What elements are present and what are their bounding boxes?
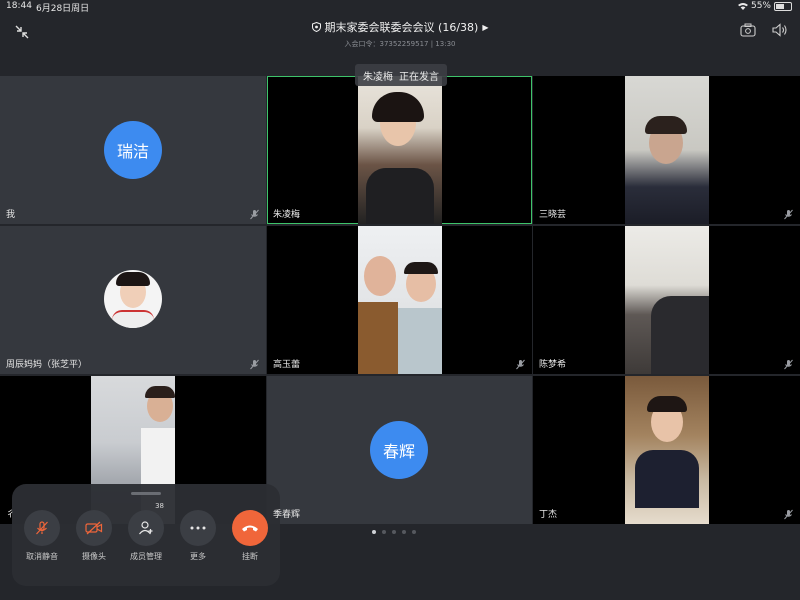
unmute-label: 取消静音 (26, 552, 58, 561)
avatar (104, 270, 162, 328)
mic-muted-icon (784, 359, 793, 370)
avatar: 春辉 (370, 421, 428, 479)
clothing-shape (651, 296, 709, 374)
battery-icon (774, 1, 792, 11)
video-tile-participant[interactable]: 陈梦希 (533, 226, 800, 374)
members-circle[interactable]: 38 (128, 502, 164, 546)
participant-name: 我 (6, 210, 16, 220)
mic-muted-icon (784, 509, 793, 520)
play-triangle-icon: ▶ (482, 22, 489, 32)
hair-shape (647, 396, 687, 412)
control-panel: 取消静音 摄像头 38 成员管理 更多 挂断 (12, 484, 280, 586)
video-tile-participant[interactable]: 三晓芸 (533, 76, 800, 224)
camera-button[interactable]: 摄像头 (70, 510, 118, 562)
phone-hangup-icon (242, 525, 258, 532)
battery-percent: 55% (750, 1, 771, 11)
unmute-circle[interactable] (24, 510, 60, 546)
camera-switch-icon (740, 23, 756, 37)
clothing-shape (635, 450, 699, 508)
status-bar: 18:44 6月28日周日 55% (0, 0, 800, 14)
video-feed (358, 76, 442, 224)
hair-shape (116, 272, 150, 286)
unmute-button[interactable]: 取消静音 (18, 510, 66, 562)
video-feed (625, 226, 709, 374)
mic-muted-icon (250, 359, 259, 370)
video-tile-participant[interactable]: 周辰妈妈（张芝平） (0, 226, 266, 374)
video-tile-participant[interactable]: 丁杰 (533, 376, 800, 524)
wifi-icon (737, 3, 748, 10)
participant-name: 丁杰 (539, 510, 558, 520)
camera-circle[interactable] (76, 510, 112, 546)
members-icon (139, 521, 153, 535)
avatar: 瑞洁 (104, 121, 162, 179)
mic-muted-icon (250, 209, 259, 220)
meeting-info[interactable]: 期末家委会联委会会议 (16/38) ▶ 入会口令：37352259517 | … (250, 17, 550, 49)
participant-name: 高玉蕾 (273, 360, 301, 370)
video-tile-me[interactable]: 瑞洁 我 (0, 76, 266, 224)
participant-name: 陈梦希 (539, 360, 567, 370)
video-feed (358, 226, 442, 374)
drag-handle[interactable] (131, 492, 161, 495)
participant-name: 三晓芸 (539, 210, 567, 220)
page-dot[interactable] (412, 530, 416, 534)
page-indicator[interactable] (372, 530, 416, 534)
shield-icon (311, 22, 321, 32)
mic-muted-icon (516, 359, 525, 370)
clock: 18:44 (6, 1, 32, 11)
date: 6月28日周日 (36, 4, 90, 14)
camera-label: 摄像头 (82, 552, 106, 561)
meeting-subtitle: 入会口令：37352259517 | 13:30 (344, 40, 456, 48)
shrink-arrows-icon (15, 25, 29, 39)
video-tile-participant[interactable]: 春辉 季春辉 (267, 376, 532, 524)
hangup-label: 挂断 (242, 552, 258, 561)
clothing-shape (358, 302, 398, 374)
switch-camera-button[interactable] (740, 23, 756, 37)
hair-shape (645, 116, 687, 134)
more-label: 更多 (190, 552, 206, 561)
status-right: 55% (737, 1, 792, 11)
participant-name: 周辰妈妈（张芝平） (6, 360, 88, 370)
participant-name: 彳 (6, 510, 16, 520)
page-dot[interactable] (372, 530, 376, 534)
meeting-title: 期末家委会联委会会议 (16/38) (324, 21, 479, 34)
video-tile-participant[interactable]: 高玉蕾 (267, 226, 532, 374)
video-feed (625, 376, 709, 524)
member-count-badge: 38 (155, 502, 164, 510)
more-circle[interactable] (180, 510, 216, 546)
more-button[interactable]: 更多 (174, 510, 222, 562)
face-shape (364, 256, 396, 296)
members-button[interactable]: 38 成员管理 (122, 502, 170, 562)
clothing-shape (366, 168, 434, 224)
hair-shape (145, 386, 175, 398)
speaker-status: 正在发言 (399, 71, 439, 83)
hangup-circle[interactable] (232, 510, 268, 546)
clothing-shape (398, 308, 442, 374)
clothing-shape (112, 310, 154, 328)
participant-name: 朱凌梅 (273, 210, 301, 220)
meeting-title-row[interactable]: 期末家委会联委会会议 (16/38) ▶ (311, 19, 489, 35)
page-dot[interactable] (392, 530, 396, 534)
page-dot[interactable] (382, 530, 386, 534)
page-dot[interactable] (402, 530, 406, 534)
active-speaker-tag: 朱凌梅 正在发言 (355, 64, 447, 86)
mic-off-icon (36, 521, 48, 535)
hangup-button[interactable]: 挂断 (226, 510, 274, 562)
video-feed (625, 76, 709, 224)
participant-name: 季春辉 (273, 510, 301, 520)
minimize-button[interactable] (12, 22, 32, 42)
mic-muted-icon (784, 209, 793, 220)
hair-shape (372, 92, 424, 122)
speaker-name: 朱凌梅 (363, 71, 393, 83)
camera-off-icon (85, 521, 103, 535)
video-tile-speaker[interactable]: 朱凌梅 (267, 76, 532, 224)
members-label: 成员管理 (130, 552, 162, 561)
speaker-icon (772, 23, 787, 37)
speaker-button[interactable] (772, 23, 788, 37)
more-dots-icon (190, 526, 206, 530)
hair-shape (404, 262, 438, 274)
